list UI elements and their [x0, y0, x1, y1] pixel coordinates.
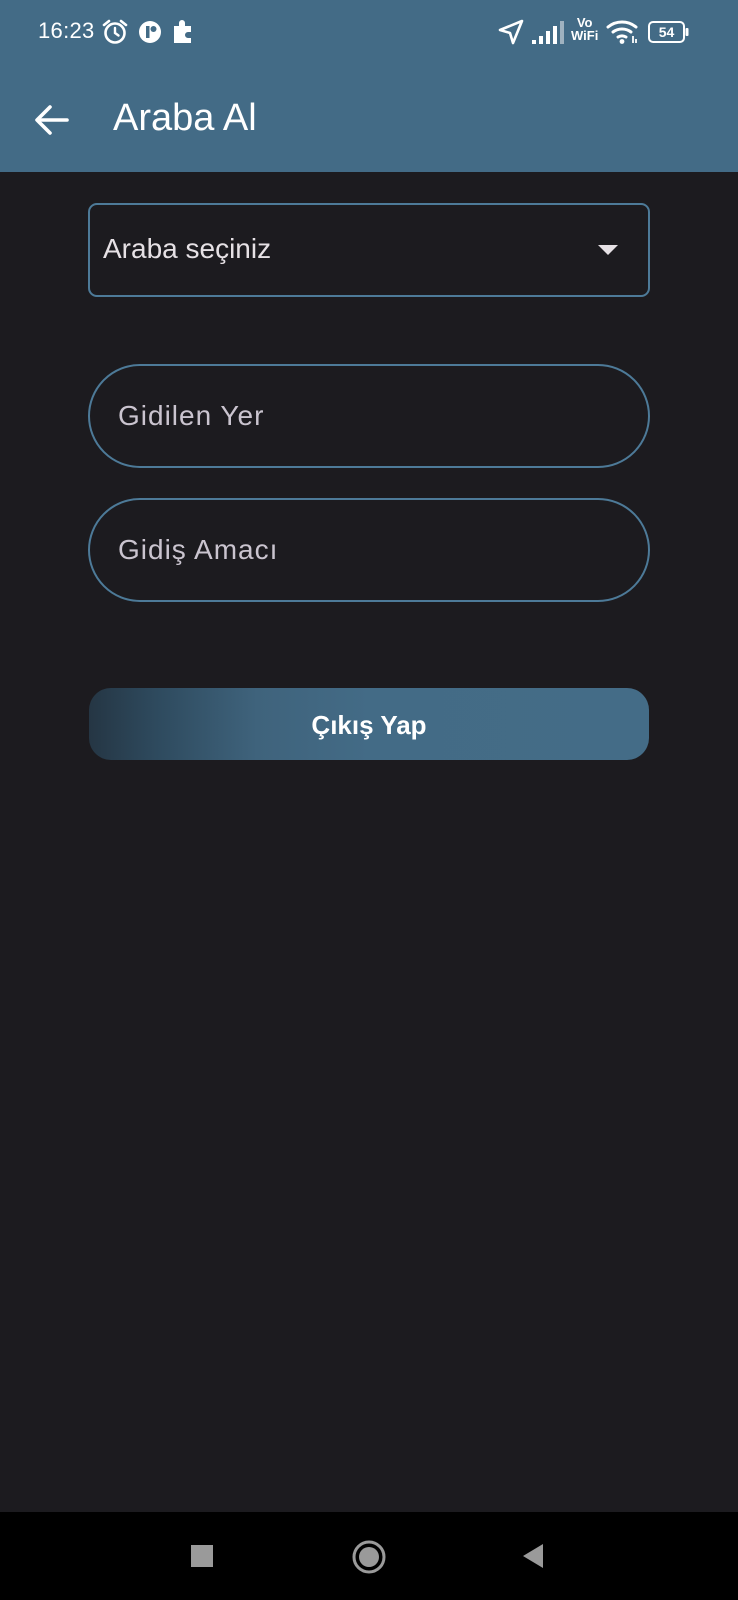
extension-icon: [174, 20, 191, 43]
back-triangle-icon[interactable]: [522, 1544, 544, 1568]
top-header: 16:23 Vo WiFi 54 Araba Al: [0, 0, 738, 172]
arrow-left-icon: [35, 105, 69, 135]
home-circle-icon[interactable]: [352, 1540, 386, 1574]
status-time: 16:23: [38, 18, 95, 43]
location-arrow-icon: [498, 19, 524, 45]
page-title: Araba Al: [113, 97, 257, 139]
car-select-dropdown[interactable]: Araba seçiniz: [88, 203, 650, 297]
battery-level: 54: [658, 24, 675, 40]
battery-icon: 54: [648, 21, 689, 43]
car-select-value: Araba seçiniz: [103, 233, 272, 264]
purpose-input[interactable]: [88, 498, 650, 602]
signal-icon: [532, 21, 564, 44]
system-nav-bar: [0, 1512, 738, 1600]
dropdown-arrow-icon: [598, 245, 618, 255]
status-bar: 16:23 Vo WiFi 54: [0, 0, 738, 68]
wifi-icon: [606, 20, 638, 44]
app-notification-icon: [139, 21, 161, 43]
vowifi-bottom-text: WiFi: [571, 28, 599, 43]
destination-input[interactable]: [88, 364, 650, 468]
back-button[interactable]: [22, 90, 82, 150]
alarm-icon: [102, 19, 128, 44]
vowifi-icon: Vo WiFi: [571, 16, 598, 42]
checkout-button[interactable]: Çıkış Yap: [89, 688, 649, 760]
recents-square-icon[interactable]: [191, 1545, 213, 1567]
app-bar: Araba Al: [0, 68, 738, 172]
